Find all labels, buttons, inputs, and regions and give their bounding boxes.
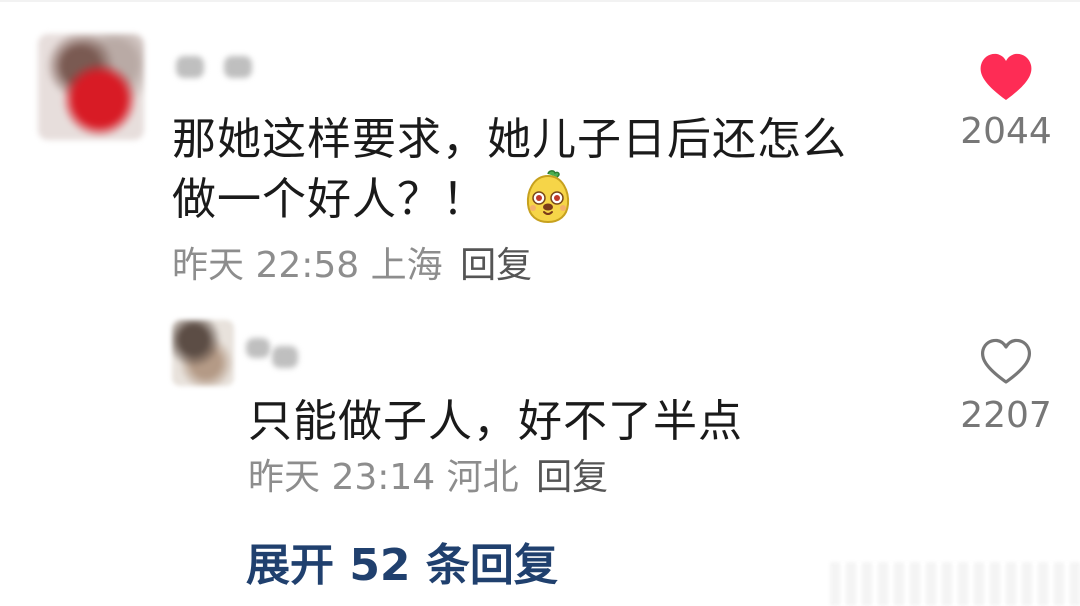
watermark	[830, 562, 1080, 606]
comment-time: 昨天 22:58	[172, 245, 360, 286]
reply-like-column: 2207	[951, 336, 1061, 438]
reply-button[interactable]: 回复	[460, 245, 532, 286]
heart-outline-icon[interactable]	[978, 336, 1034, 386]
bun-emoji-icon	[526, 170, 570, 224]
reply-meta: 昨天 23:14 河北 回复	[248, 456, 608, 500]
reply-like-count: 2207	[960, 395, 1052, 436]
reply-to-reply-button[interactable]: 回复	[536, 457, 608, 498]
expand-replies-link[interactable]: 展开 52 条回复	[246, 538, 558, 594]
comment-location: 上海	[370, 245, 443, 286]
replier-avatar[interactable]	[172, 320, 234, 386]
reply-location: 河北	[446, 457, 519, 498]
reply-time: 昨天 23:14	[248, 457, 436, 498]
comment-line: 做一个好人？！	[172, 170, 932, 230]
comment-text: 那她这样要求，她儿子日后还怎么 做一个好人？！	[172, 110, 932, 230]
heart-filled-icon[interactable]	[978, 52, 1034, 102]
reply-text: 只能做子人，好不了半点	[248, 396, 743, 447]
comment-line-text: 做一个好人？！	[172, 174, 487, 225]
like-count: 2044	[960, 111, 1052, 152]
top-divider	[0, 0, 1080, 2]
commenter-avatar[interactable]	[38, 34, 144, 140]
replier-name-blurred[interactable]	[244, 332, 304, 372]
commenter-name-blurred[interactable]	[172, 52, 260, 80]
comment-meta: 昨天 22:58 上海 回复	[172, 244, 532, 288]
like-column: 2044	[951, 52, 1061, 154]
comment-line: 那她这样要求，她儿子日后还怎么	[172, 114, 847, 165]
